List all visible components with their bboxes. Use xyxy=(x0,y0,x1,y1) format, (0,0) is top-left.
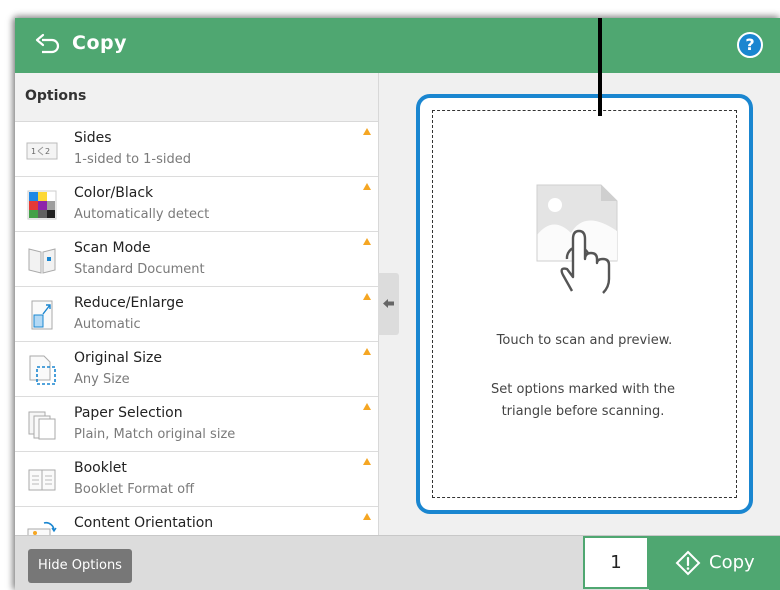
reduce-enlarge-icon xyxy=(31,300,53,330)
option-label: Color/Black xyxy=(74,185,154,201)
arrow-left-icon xyxy=(383,299,394,308)
warning-triangle-icon xyxy=(363,128,371,135)
svg-text:2: 2 xyxy=(45,147,50,156)
page-title: Copy xyxy=(72,32,127,54)
copy-button-label: Copy xyxy=(709,552,755,573)
option-label: Reduce/Enlarge xyxy=(74,295,184,311)
option-label: Scan Mode xyxy=(74,240,151,256)
preview-dashed-frame: Touch to scan and preview. Set options m… xyxy=(432,110,737,498)
preview-area: Touch to scan and preview. Set options m… xyxy=(399,73,780,535)
option-label: Content Orientation xyxy=(74,515,214,531)
app-header: Copy ? xyxy=(15,18,780,73)
copies-count-field[interactable]: 1 xyxy=(583,536,649,589)
scan-mode-icon xyxy=(28,248,56,274)
content-orientation-icon xyxy=(27,521,57,535)
copy-app-window: Copy ? Options 1 2 Sides 1-sided to 1-si… xyxy=(15,18,780,590)
preview-hint: Set options marked with the triangle bef… xyxy=(491,382,675,419)
warning-triangle-icon xyxy=(363,513,371,520)
option-scan-mode[interactable]: Scan Mode Standard Document xyxy=(15,232,378,287)
option-label: Paper Selection xyxy=(74,405,183,421)
options-header: Options xyxy=(15,73,378,122)
paper-selection-icon xyxy=(28,411,56,440)
option-label: Original Size xyxy=(74,350,162,366)
option-sides[interactable]: 1 2 Sides 1-sided to 1-sided xyxy=(15,122,378,177)
options-heading: Options xyxy=(25,88,87,104)
sides-icon: 1 2 xyxy=(26,142,58,160)
touch-to-preview-icon xyxy=(536,184,618,294)
warning-triangle-icon xyxy=(363,458,371,465)
option-value: Automatic xyxy=(74,317,141,332)
option-value: 1-sided to 1-sided xyxy=(74,152,192,167)
option-booklet[interactable]: Booklet Booklet Format off xyxy=(15,452,378,507)
start-diamond-icon xyxy=(675,550,701,576)
color-black-icon xyxy=(27,190,57,220)
option-value: Plain, Match original size xyxy=(74,427,236,442)
option-reduce-enlarge[interactable]: Reduce/Enlarge Automatic xyxy=(15,287,378,342)
preview-touch-area[interactable]: Touch to scan and preview. Set options m… xyxy=(416,94,753,514)
copy-start-button[interactable]: Copy xyxy=(649,536,780,590)
warning-triangle-icon xyxy=(363,403,371,410)
callout-pointer-line xyxy=(598,18,602,116)
option-value: Standard Document xyxy=(74,262,205,277)
option-content-orientation[interactable]: Content Orientation xyxy=(15,507,378,535)
option-label: Sides xyxy=(74,130,112,146)
option-value: Booklet Format off xyxy=(74,482,195,497)
booklet-icon xyxy=(28,469,56,491)
option-value: Any Size xyxy=(74,372,130,387)
option-value: Automatically detect xyxy=(74,207,210,222)
back-arrow-icon[interactable] xyxy=(33,32,63,58)
options-panel: Options 1 2 Sides 1-sided to 1-sided Col… xyxy=(15,73,379,535)
option-color-black[interactable]: Color/Black Automatically detect xyxy=(15,177,378,232)
hide-options-button[interactable]: Hide Options xyxy=(28,549,132,583)
warning-triangle-icon xyxy=(363,183,371,190)
option-paper-selection[interactable]: Paper Selection Plain, Match original si… xyxy=(15,397,378,452)
original-size-icon xyxy=(29,355,56,385)
warning-triangle-icon xyxy=(363,238,371,245)
collapse-panel-handle[interactable] xyxy=(378,273,399,335)
preview-instruction: Touch to scan and preview. xyxy=(496,333,673,348)
svg-text:1: 1 xyxy=(31,147,36,156)
help-button[interactable]: ? xyxy=(737,32,763,58)
warning-triangle-icon xyxy=(363,348,371,355)
option-label: Booklet xyxy=(74,460,127,476)
option-original-size[interactable]: Original Size Any Size xyxy=(15,342,378,397)
warning-triangle-icon xyxy=(363,293,371,300)
bottom-action-bar: Hide Options 1 Copy xyxy=(15,535,780,590)
